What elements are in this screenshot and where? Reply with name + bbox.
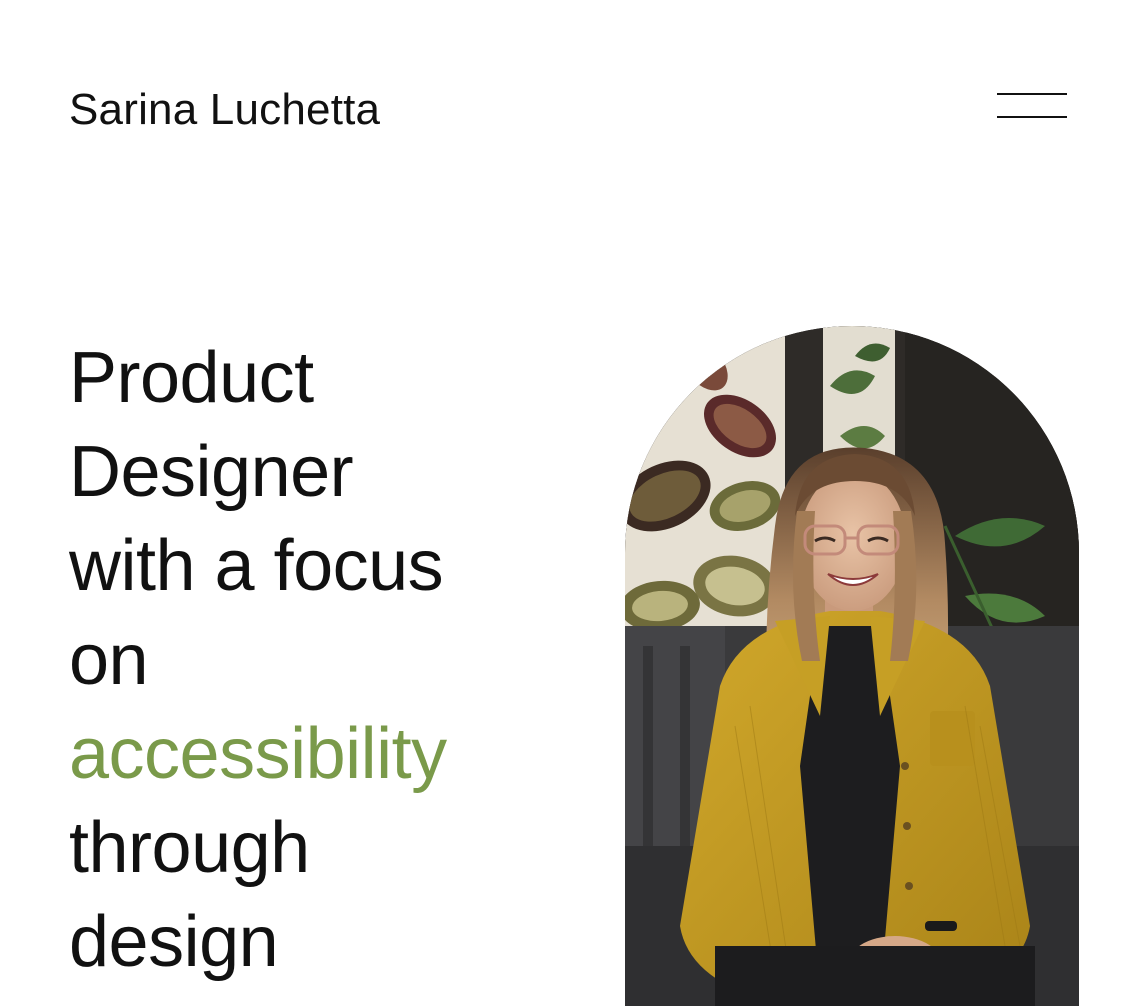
headline-line-4: on: [69, 620, 149, 700]
headline-line-2: Designer: [69, 432, 354, 512]
portrait-illustration: [625, 326, 1079, 1006]
headline-line-1: Product: [69, 338, 314, 418]
headline-line-7: design: [69, 902, 279, 982]
menu-line-bottom: [997, 116, 1067, 118]
headline-line-6: through: [69, 808, 310, 888]
hero-headline: Product Designer with a focus on accessi…: [69, 331, 589, 989]
headline-line-3: with a focus: [69, 526, 444, 606]
headline-accent-word: accessibility: [69, 714, 447, 794]
portrait-photo: [625, 326, 1079, 1006]
site-name[interactable]: Sarina Luchetta: [69, 82, 380, 138]
menu-line-top: [997, 93, 1067, 95]
menu-button[interactable]: [990, 84, 1074, 128]
